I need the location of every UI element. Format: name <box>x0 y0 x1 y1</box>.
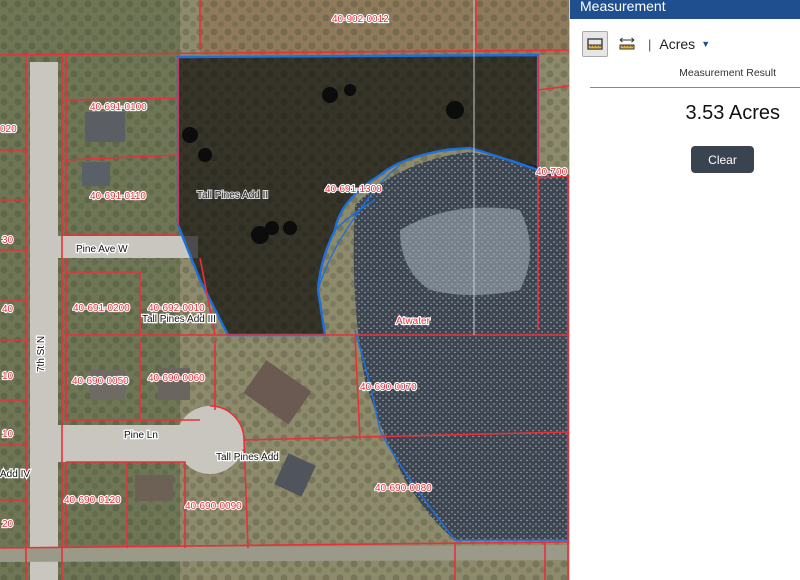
result-value: 3.53 Acres <box>685 102 780 124</box>
toolbar-separator: | <box>648 36 652 52</box>
parcel-label: 40-690-0120 <box>64 495 121 506</box>
parcel-label: 40-902-0012 <box>332 14 389 25</box>
aerial-map[interactable]: 40-902-0012 40-691-0100 40-691-0110 40-6… <box>0 0 569 580</box>
parcel-label: 40-690-0080 <box>375 483 432 494</box>
distance-measure-icon <box>619 37 635 50</box>
measurement-toolbar: | Acres ▼ <box>582 31 710 57</box>
street-label: Pine Ave W <box>76 244 128 255</box>
distance-tool-button[interactable] <box>614 31 640 57</box>
panel-header: Measurement <box>570 0 800 19</box>
parcel-label: 40-691-0100 <box>90 102 147 113</box>
parcel-label: 40-690-0060 <box>148 373 205 384</box>
chevron-down-icon: ▼ <box>701 39 711 49</box>
area-tool-button[interactable] <box>582 31 608 57</box>
subdivision-label: Add IV <box>0 469 30 480</box>
subdivision-label: Tall Pines Add II <box>197 190 268 201</box>
panel-title: Measurement <box>580 0 666 14</box>
measurement-panel: Measurement | Acres ▼ Measurement Result… <box>569 0 800 580</box>
parcel-label: 40-691-0200 <box>73 303 130 314</box>
parcel-label: 40 <box>2 304 14 315</box>
map-view[interactable]: 40-902-0012 40-691-0100 40-691-0110 40-6… <box>0 0 569 580</box>
clear-button[interactable]: Clear <box>691 146 754 173</box>
area-measure-icon <box>587 38 603 50</box>
street-label: Pine Ln <box>124 430 158 441</box>
parcel-label: 20 <box>2 519 14 530</box>
street-label: 7th St N <box>36 336 47 372</box>
parcel-label: 30 <box>2 235 14 246</box>
parcel-label: 10 <box>2 429 14 440</box>
parcel-label: 10 <box>2 371 14 382</box>
unit-label: Acres <box>659 36 696 52</box>
parcel-label: 40-690-0090 <box>185 501 242 512</box>
parcel-label: 40-690-0070 <box>360 382 417 393</box>
subdivision-label: Tall Pines Add <box>216 452 279 463</box>
subdivision-label: Tall Pines Add III <box>142 314 216 325</box>
result-divider <box>590 87 800 88</box>
parcel-label: 40-700 <box>536 167 568 178</box>
result-title: Measurement Result <box>679 67 776 79</box>
parcel-label: 020 <box>0 124 17 135</box>
lake-label: Atwater <box>396 316 431 327</box>
parcel-label: 40-690-0050 <box>72 376 129 387</box>
unit-dropdown[interactable]: Acres ▼ <box>659 36 710 52</box>
parcel-label: 40-691-1300 <box>325 184 382 195</box>
parcel-label: 40-692-0010 <box>148 303 205 314</box>
parcel-label: 40-691-0110 <box>90 191 146 202</box>
